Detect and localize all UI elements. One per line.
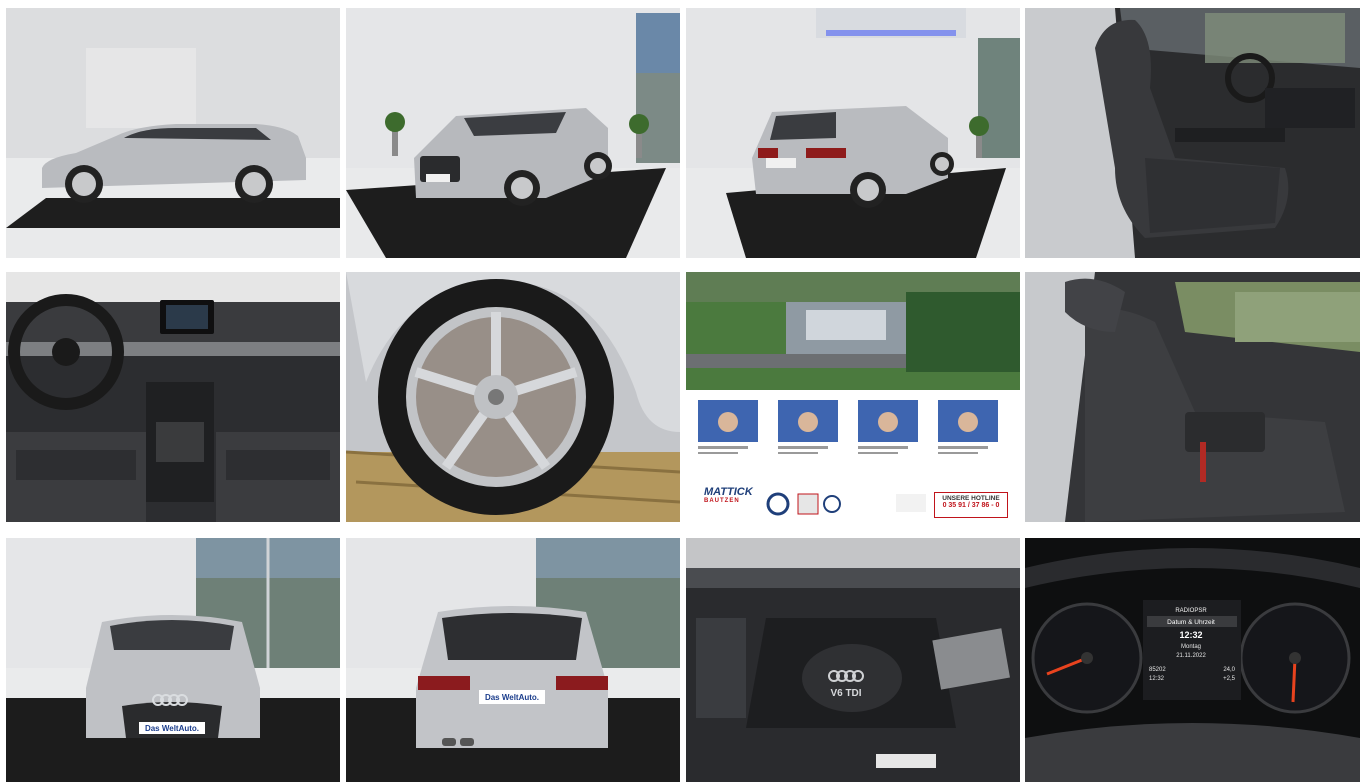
photo-alloy-wheel[interactable] [346,272,680,522]
photo-dashboard[interactable] [6,272,340,522]
dealer-city: BAUTZEN [704,498,740,504]
cluster-odometer: 85202 [1149,667,1166,673]
photo-side-view[interactable] [6,8,340,258]
cluster-range: 24,0 [1223,667,1235,673]
dealer-logo-block: MATTICK BAUTZEN [704,486,764,516]
cluster-time: 12:32 [1179,630,1202,640]
photo-front-seats[interactable] [1025,8,1360,258]
photo-dealership-contacts[interactable] [686,272,1020,522]
dealer-logo: MATTICK [704,486,753,498]
hotline-title: UNSERE HOTLINE [942,495,1000,502]
photo-front-view[interactable]: Das WeltAuto. [6,538,340,782]
photo-rear-three-quarter[interactable] [686,8,1020,258]
hotline-number: 0 35 91 / 37 86 - 0 [942,502,1000,509]
photo-engine-bay[interactable]: V6 TDI [686,538,1020,782]
engine-badge: V6 TDI [830,688,861,699]
cluster-clock: 12:32 [1149,676,1165,682]
hotline-block: UNSERE HOTLINE 0 35 91 / 37 86 - 0 [934,492,1008,518]
photo-instrument-cluster[interactable]: RADIOPSR Datum & Uhrzeit 12:32 Montag 21… [1025,538,1360,782]
photo-front-three-quarter[interactable] [346,8,680,258]
rear-plate-text: Das WeltAuto. [485,693,539,702]
photo-gallery: Das WeltAuto. Das WeltAuto. V6 TDI RADIO… [0,0,1365,782]
photo-rear-seats[interactable] [1025,272,1360,522]
cluster-temp: +2,5 [1223,676,1236,682]
cluster-station: RADIOPSR [1175,608,1207,614]
cluster-menu: Datum & Uhrzeit [1167,619,1215,626]
front-plate-text: Das WeltAuto. [145,724,199,733]
photo-rear-view[interactable]: Das WeltAuto. [346,538,680,782]
cluster-date: 21.11.2022 [1176,653,1206,659]
cluster-day: Montag [1181,644,1201,650]
